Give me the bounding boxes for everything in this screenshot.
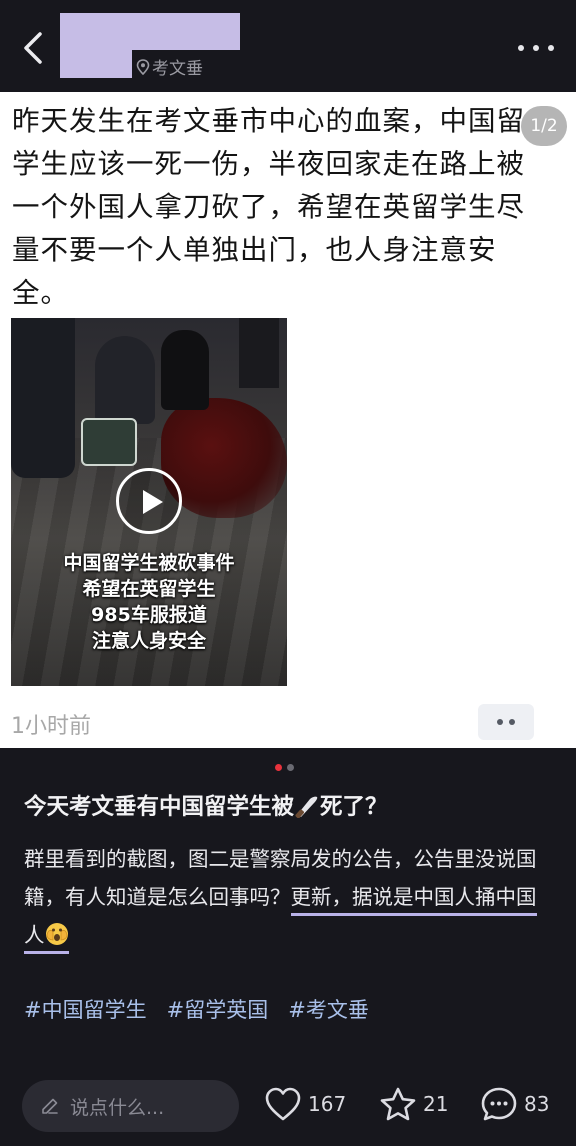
bottom-action-bar: 说点什么... 167 21 83 — [0, 1062, 576, 1146]
dot-icon — [497, 719, 503, 725]
play-icon — [143, 490, 163, 514]
video-caption-line: 希望在英留学生 — [82, 578, 216, 600]
video-caption-line: 中国留学生被砍事件 — [63, 552, 235, 574]
author-avatar-redacted[interactable] — [60, 48, 132, 78]
carousel-dot-active — [275, 764, 282, 771]
back-button[interactable] — [18, 28, 54, 68]
knife-emoji-icon — [295, 796, 318, 818]
video-scene-bag — [81, 418, 137, 466]
post-title-text: 今天考文垂有中国留学生被 — [24, 794, 295, 820]
image-page-indicator: 1/2 — [521, 106, 567, 146]
dot-icon — [518, 45, 524, 51]
video-scene-figure — [95, 336, 155, 424]
dot-icon — [548, 45, 554, 51]
location-label: 考文垂 — [152, 59, 203, 79]
favorite-button[interactable]: 21 — [379, 1086, 448, 1122]
comment-placeholder: 说点什么... — [70, 1096, 165, 1119]
play-button[interactable] — [116, 468, 182, 534]
video-scene-figure — [161, 330, 209, 410]
image-carousel-indicator — [275, 764, 294, 771]
comment-button[interactable]: 83 — [480, 1086, 549, 1122]
dot-icon — [509, 719, 515, 725]
post-detail-page: 考文垂 昨天发生在考文垂市中心的血案，中国留学生应该一死一伤，半夜回家走在路上被… — [0, 0, 576, 1146]
video-caption: 中国留学生被砍事件 希望在英留学生 985车服报道 注意人身安全 — [11, 550, 287, 654]
shocked-face-emoji-icon — [45, 923, 68, 945]
dot-icon — [533, 45, 539, 51]
image-card-timestamp: 1小时前 — [11, 714, 91, 739]
hashtag-list: #中国留学生 #留学英国 #考文垂 — [24, 994, 369, 1024]
hashtag-link[interactable]: #中国留学生 — [24, 994, 147, 1024]
comment-input[interactable]: 说点什么... — [22, 1080, 239, 1132]
comment-bubble-icon — [481, 1087, 517, 1121]
comment-count: 83 — [524, 1092, 550, 1116]
image-card-more-button[interactable] — [478, 704, 534, 740]
hashtag-link[interactable]: #考文垂 — [288, 994, 369, 1024]
post-title: 今天考文垂有中国留学生被 死了？ — [24, 790, 388, 824]
location-pin-icon — [136, 58, 150, 75]
like-button[interactable]: 167 — [264, 1086, 346, 1122]
location-tag[interactable]: 考文垂 — [136, 54, 203, 79]
video-scene-figure — [239, 318, 279, 388]
carousel-dot-inactive — [287, 764, 294, 771]
hashtag-link[interactable]: #留学英国 — [167, 994, 269, 1024]
video-thumbnail[interactable]: 中国留学生被砍事件 希望在英留学生 985车服报道 注意人身安全 — [11, 318, 287, 686]
video-caption-line: 985车服报道 — [91, 604, 207, 626]
video-caption-line: 注意人身安全 — [91, 630, 206, 652]
chevron-left-icon — [24, 32, 42, 64]
video-scene-figure — [11, 318, 75, 478]
heart-icon — [265, 1087, 301, 1121]
like-count: 167 — [308, 1092, 347, 1116]
image-card-text: 昨天发生在考文垂市中心的血案，中国留学生应该一死一伤，半夜回家走在路上被一个外国… — [12, 105, 525, 309]
post-title-text: 死了？ — [320, 794, 388, 820]
top-bar: 考文垂 — [0, 0, 576, 92]
pencil-icon — [42, 1098, 58, 1114]
author-name-redacted[interactable] — [60, 13, 240, 50]
post-body: 群里看到的截图，图二是警察局发的公告，公告里没说国籍，有人知道是怎么回事吗？更新… — [24, 840, 544, 954]
more-options-button[interactable] — [518, 38, 554, 58]
favorite-count: 21 — [423, 1092, 449, 1116]
star-icon — [380, 1087, 416, 1121]
post-image-card[interactable]: 昨天发生在考文垂市中心的血案，中国留学生应该一死一伤，半夜回家走在路上被一个外国… — [0, 92, 576, 748]
